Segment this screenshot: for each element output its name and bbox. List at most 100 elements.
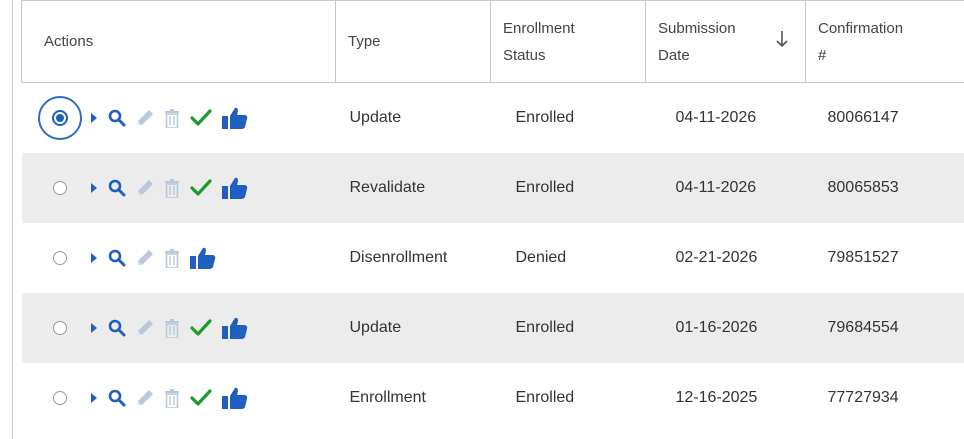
date-cell: 02-21-2026	[646, 223, 806, 293]
confirmation-cell: 77727934	[806, 363, 964, 433]
status-text: Enrolled	[515, 179, 575, 196]
radio-wrapper	[44, 382, 76, 414]
table-row[interactable]: Disenrollment Denied 02-21-2026 79851527	[22, 223, 964, 293]
table-row[interactable]: Update Enrolled 01-16-2026 79684554	[21, 293, 964, 363]
status-text: Denied	[515, 249, 567, 266]
pencil-icon[interactable]	[136, 109, 154, 127]
status-cell: Enrolled	[491, 153, 646, 223]
status-text: Enrolled	[515, 319, 575, 336]
table-row[interactable]: Update Enrolled 04-11-2026 80066147	[22, 83, 964, 154]
date-cell: 04-11-2026	[646, 83, 806, 154]
type-cell: Enrollment	[336, 363, 491, 433]
column-header-enrollment-status[interactable]: Enrollment Status	[490, 0, 646, 83]
radio-wrapper	[44, 172, 76, 204]
type-text: Revalidate	[349, 179, 426, 196]
column-header-status-line2: Status	[503, 46, 546, 64]
caret-right-icon[interactable]	[90, 183, 98, 193]
column-header-conf-line1: Confirmation	[818, 19, 904, 37]
trash-icon[interactable]	[164, 318, 180, 338]
pencil-icon[interactable]	[136, 389, 154, 407]
status-cell: Enrolled	[491, 83, 646, 154]
column-header-conf-line2: #	[818, 46, 827, 64]
actions-cell	[22, 153, 336, 223]
search-icon[interactable]	[108, 319, 126, 337]
pencil-icon[interactable]	[136, 249, 154, 267]
thumbs-up-icon[interactable]	[221, 317, 248, 339]
actions-cell	[22, 363, 336, 433]
column-header-status-line1: Enrollment	[503, 19, 575, 37]
pencil-icon[interactable]	[136, 179, 154, 197]
row-select-radio[interactable]	[51, 110, 68, 126]
status-cell: Enrolled	[491, 293, 646, 363]
trash-icon[interactable]	[164, 178, 180, 198]
thumbs-up-icon[interactable]	[221, 177, 248, 199]
confirmation-cell: 80066147	[806, 83, 964, 154]
search-icon[interactable]	[108, 109, 126, 127]
status-cell: Enrolled	[491, 363, 646, 433]
confirmation-number-text: 80065853	[827, 179, 899, 196]
row-select-radio[interactable]	[52, 251, 67, 265]
confirmation-number-text: 77727934	[827, 389, 899, 406]
column-header-type-label: Type	[348, 33, 381, 50]
status-cell: Denied	[491, 223, 646, 293]
table-row[interactable]: Enrollment Enrolled 12-16-2025 77727934	[22, 363, 964, 433]
table-header-row: Actions Type Enrollment Status Submissio…	[21, 0, 964, 83]
caret-right-icon[interactable]	[90, 113, 98, 123]
type-text: Disenrollment	[349, 249, 448, 266]
type-cell: Revalidate	[336, 153, 491, 223]
column-header-date-line2: Date	[658, 46, 690, 64]
caret-right-icon[interactable]	[90, 393, 98, 403]
radio-wrapper	[37, 96, 82, 140]
thumbs-up-icon[interactable]	[221, 387, 248, 409]
caret-right-icon[interactable]	[90, 323, 98, 333]
type-cell: Update	[336, 293, 491, 363]
submission-date-text: 12-16-2025	[675, 389, 758, 406]
arrow-down-icon[interactable]	[775, 29, 789, 49]
date-cell: 01-16-2026	[646, 293, 806, 363]
submission-date-text: 04-11-2026	[675, 179, 757, 196]
column-header-submission-date[interactable]: Submission Date	[645, 0, 806, 83]
pencil-icon[interactable]	[136, 319, 154, 337]
status-text: Enrolled	[515, 389, 575, 406]
column-header-confirmation[interactable]: Confirmation #	[805, 0, 964, 83]
confirmation-cell: 79684554	[806, 293, 964, 363]
confirmation-number-text: 79851527	[827, 249, 899, 266]
search-icon[interactable]	[108, 389, 126, 407]
thumbs-up-icon[interactable]	[189, 247, 216, 269]
type-text: Update	[349, 319, 402, 336]
submission-date-text: 02-21-2026	[675, 249, 758, 266]
date-cell: 12-16-2025	[646, 363, 806, 433]
column-header-date-line1: Submission	[658, 19, 736, 37]
actions-cell	[22, 293, 336, 363]
row-select-radio[interactable]	[52, 321, 67, 335]
type-cell: Update	[336, 83, 491, 154]
type-cell: Disenrollment	[336, 223, 491, 293]
caret-right-icon[interactable]	[90, 253, 98, 263]
check-icon	[189, 109, 212, 127]
radio-wrapper	[44, 242, 76, 274]
submission-date-text: 04-11-2026	[675, 109, 757, 126]
column-header-actions-label: Actions	[44, 33, 94, 50]
thumbs-up-icon[interactable]	[221, 107, 248, 129]
row-select-radio[interactable]	[52, 181, 67, 195]
confirmation-number-text: 80066147	[827, 109, 899, 126]
type-text: Update	[349, 109, 402, 126]
status-text: Enrolled	[515, 109, 575, 126]
submission-date-text: 01-16-2026	[675, 319, 758, 336]
check-icon	[189, 179, 212, 197]
search-icon[interactable]	[108, 179, 126, 197]
type-text: Enrollment	[349, 389, 426, 406]
row-select-radio[interactable]	[52, 391, 67, 405]
table-row[interactable]: Revalidate Enrolled 04-11-2026 80065853	[21, 153, 964, 223]
radio-wrapper	[44, 312, 76, 344]
search-icon[interactable]	[108, 249, 126, 267]
radio-focus-ring	[37, 96, 82, 140]
actions-cell	[22, 83, 336, 154]
trash-icon[interactable]	[164, 388, 180, 408]
trash-icon[interactable]	[164, 248, 180, 268]
trash-icon[interactable]	[164, 108, 180, 128]
column-header-type[interactable]: Type	[335, 0, 491, 83]
confirmation-cell: 79851527	[806, 223, 964, 293]
confirmation-number-text: 79684554	[827, 319, 899, 336]
confirmation-cell: 80065853	[806, 153, 964, 223]
